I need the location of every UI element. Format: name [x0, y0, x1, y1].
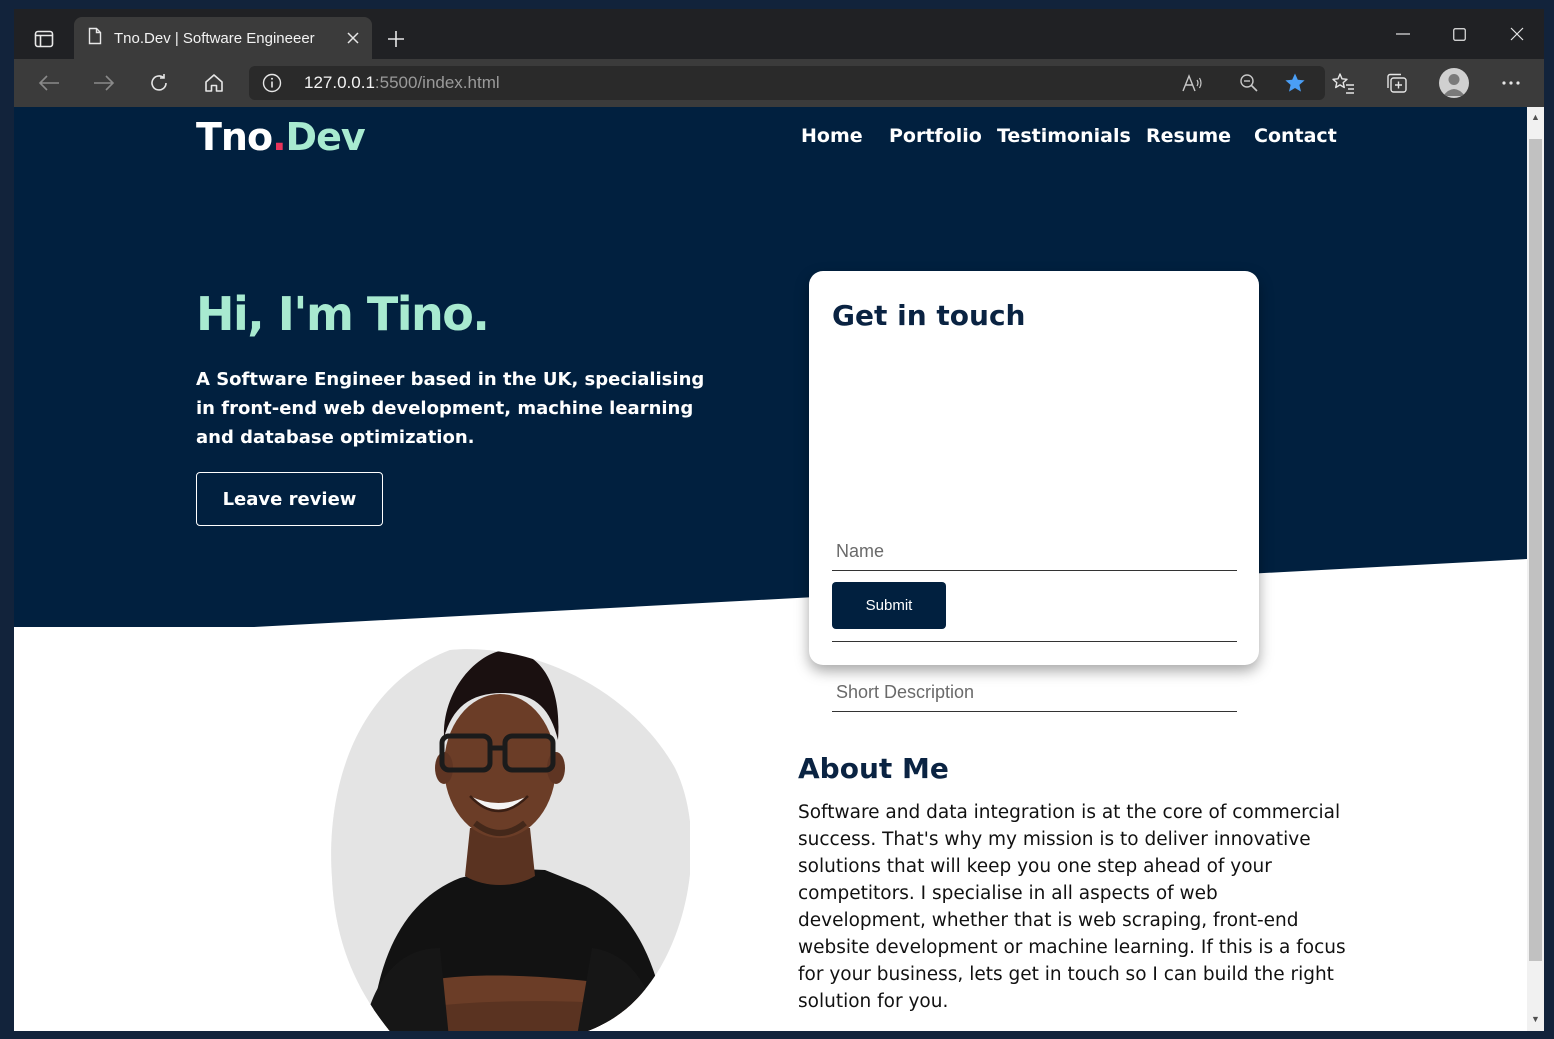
browser-toolbar: 127.0.0.1:5500/index.html — [14, 59, 1544, 107]
nav-testimonials[interactable]: Testimonials — [997, 125, 1131, 147]
page-scrollbar[interactable]: ▲ ▼ — [1527, 107, 1544, 1031]
minimize-icon[interactable] — [1380, 19, 1426, 49]
maximize-icon[interactable] — [1436, 19, 1482, 49]
site-logo[interactable]: Tno.Dev — [196, 115, 366, 159]
submit-button[interactable]: Submit — [832, 582, 946, 629]
home-icon[interactable] — [197, 67, 231, 99]
logo-part-dev: Dev — [285, 115, 366, 159]
leave-review-button[interactable]: Leave review — [196, 472, 383, 526]
tab-title: Tno.Dev | Software Engineeer — [114, 29, 315, 47]
url-host: 127.0.0.1 — [304, 73, 375, 92]
portrait-photo — [331, 649, 690, 1031]
page-icon — [88, 27, 102, 49]
logo-part-tno: Tno — [196, 115, 273, 159]
address-bar[interactable]: 127.0.0.1:5500/index.html — [249, 66, 1325, 100]
contact-card: Get in touch Submit — [809, 271, 1259, 712]
url-text[interactable]: 127.0.0.1:5500/index.html — [304, 73, 500, 93]
nav-portfolio[interactable]: Portfolio — [889, 125, 982, 147]
zoom-out-icon[interactable] — [1235, 70, 1263, 96]
contact-card-title: Get in touch — [832, 299, 1026, 332]
read-aloud-icon[interactable] — [1178, 70, 1206, 96]
tab-actions-icon[interactable] — [24, 21, 64, 57]
refresh-icon[interactable] — [142, 67, 176, 99]
about-text: Software and data integration is at the … — [798, 802, 1346, 1012]
tab-bar: Tno.Dev | Software Engineeer — [14, 9, 1544, 59]
nav-contact[interactable]: Contact — [1254, 125, 1337, 147]
name-field[interactable] — [832, 533, 1237, 571]
favorites-icon[interactable] — [1326, 67, 1360, 99]
scrollbar-thumb[interactable] — [1529, 139, 1542, 961]
plus-icon[interactable] — [382, 25, 410, 53]
back-icon[interactable] — [32, 67, 66, 99]
forward-icon[interactable] — [87, 67, 121, 99]
window-close-icon[interactable] — [1494, 19, 1540, 49]
url-path: :5500/index.html — [374, 73, 500, 92]
about-title: About Me — [798, 752, 949, 785]
browser-window: Tno.Dev | Software Engineeer 127.0.0.1:5… — [14, 9, 1544, 1031]
nav-resume[interactable]: Resume — [1146, 125, 1231, 147]
page-viewport: Tno.Dev Home Portfolio Testimonials Resu… — [14, 107, 1527, 1031]
description-field[interactable] — [832, 674, 1237, 712]
info-icon[interactable] — [261, 72, 283, 94]
logo-dot: . — [272, 115, 286, 159]
browser-tab[interactable]: Tno.Dev | Software Engineeer — [74, 17, 372, 59]
nav-home[interactable]: Home — [801, 125, 863, 147]
hero-intro: A Software Engineer based in the UK, spe… — [196, 369, 705, 448]
star-icon[interactable] — [1281, 70, 1309, 96]
close-icon[interactable] — [340, 25, 366, 51]
scroll-up-icon[interactable]: ▲ — [1527, 109, 1544, 125]
more-icon[interactable] — [1494, 67, 1528, 99]
profile-icon[interactable] — [1439, 68, 1469, 98]
collections-icon[interactable] — [1380, 67, 1414, 99]
scroll-down-icon[interactable]: ▼ — [1527, 1011, 1544, 1027]
hero-headline: Hi, I'm Tino. — [196, 287, 490, 341]
